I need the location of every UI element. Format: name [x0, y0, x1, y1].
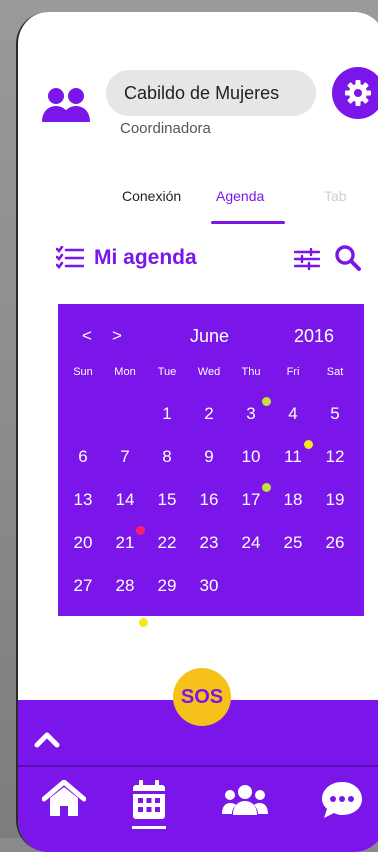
- calendar-day-27[interactable]: 27: [66, 576, 100, 596]
- calendar-day-24[interactable]: 24: [234, 533, 268, 553]
- event-dot: [139, 618, 148, 627]
- checklist-icon: [56, 246, 84, 269]
- calendar-day-7[interactable]: 7: [108, 447, 142, 467]
- calendar-day-5[interactable]: 5: [318, 404, 352, 424]
- tab-agenda[interactable]: Agenda: [216, 188, 264, 204]
- filter-icon[interactable]: [294, 248, 320, 270]
- event-dot: [262, 397, 271, 406]
- event-dot: [136, 526, 145, 535]
- calendar-month: June: [190, 326, 230, 346]
- users-icon: [42, 88, 90, 122]
- calendar-day-26[interactable]: 26: [318, 533, 352, 553]
- weekday-fri: Fri: [286, 366, 300, 378]
- user-name-pill[interactable]: Cabildo de Mujeres: [106, 70, 316, 116]
- calendar-day-6[interactable]: 6: [66, 447, 100, 467]
- calendar-day-28[interactable]: 28: [108, 576, 142, 596]
- profile-header: Cabildo de Mujeres Coordinadora: [18, 12, 378, 162]
- calendar-day-23[interactable]: 23: [192, 533, 226, 553]
- calendar-day-29[interactable]: 29: [150, 576, 184, 596]
- weekday-tue: Tue: [157, 366, 177, 378]
- weekday-header: Sun Mon Tue Wed Thu Fri Sat: [58, 366, 364, 382]
- calendar-day-8[interactable]: 8: [150, 447, 184, 467]
- calendar-widget: < > June 2016 Sun Mon Tue Wed Thu Fri Sat 1234…: [58, 304, 364, 616]
- calendar-day-4[interactable]: 4: [276, 404, 310, 424]
- calendar-day-3[interactable]: 3: [234, 404, 268, 424]
- active-nav-indicator: [132, 826, 166, 829]
- weekday-wed: Wed: [197, 366, 221, 378]
- calendar-day-10[interactable]: 10: [234, 447, 268, 467]
- calendar-day-30[interactable]: 30: [192, 576, 226, 596]
- users-icon[interactable]: [222, 784, 268, 816]
- prev-month-button[interactable]: <: [82, 326, 92, 346]
- calendar-day-18[interactable]: 18: [276, 490, 310, 510]
- calendar-day-9[interactable]: 9: [192, 447, 226, 467]
- tab-bar: Conexión Agenda Tab: [18, 176, 378, 226]
- tab-tab[interactable]: Tab: [324, 188, 347, 204]
- calendar-day-11[interactable]: 11: [276, 447, 310, 467]
- calendar-day-12[interactable]: 12: [318, 447, 352, 467]
- user-role: Coordinadora: [120, 120, 211, 137]
- calendar-year: 2016: [294, 326, 335, 346]
- weekday-sat: Sat: [326, 366, 344, 378]
- bottom-divider: [18, 765, 378, 767]
- calendar-day-20[interactable]: 20: [66, 533, 100, 553]
- agenda-title: Mi agenda: [94, 246, 197, 269]
- next-month-button[interactable]: >: [112, 326, 122, 346]
- calendar-day-22[interactable]: 22: [150, 533, 184, 553]
- calendar-day-25[interactable]: 25: [276, 533, 310, 553]
- search-icon[interactable]: [334, 244, 362, 272]
- sos-button[interactable]: SOS: [173, 668, 231, 726]
- calendar-day-1[interactable]: 1: [150, 404, 184, 424]
- event-dot: [262, 483, 271, 492]
- agenda-heading: Mi agenda: [56, 238, 197, 278]
- calendar-day-16[interactable]: 16: [192, 490, 226, 510]
- weekday-sun: Sun: [73, 366, 93, 378]
- active-tab-indicator: [211, 221, 285, 224]
- calendar-day-15[interactable]: 15: [150, 490, 184, 510]
- calendar-day-17[interactable]: 17: [234, 490, 268, 510]
- phone-screen: Cabildo de Mujeres Coordinadora Conexión…: [16, 12, 378, 852]
- calendar-day-19[interactable]: 19: [318, 490, 352, 510]
- gear-icon: [345, 80, 371, 106]
- weekday-thu: Thu: [241, 366, 261, 378]
- chevron-up-icon[interactable]: [34, 730, 60, 748]
- tab-conexion[interactable]: Conexión: [122, 188, 181, 204]
- calendar-day-13[interactable]: 13: [66, 490, 100, 510]
- settings-button[interactable]: [332, 67, 378, 119]
- calendar-day-14[interactable]: 14: [108, 490, 142, 510]
- weekday-mon: Mon: [114, 366, 136, 378]
- calendar-day-21[interactable]: 21: [108, 533, 142, 553]
- calendar-icon[interactable]: [132, 780, 166, 820]
- user-name: Cabildo de Mujeres: [124, 82, 280, 103]
- home-icon[interactable]: [42, 780, 86, 818]
- chat-icon[interactable]: [320, 780, 364, 820]
- calendar-day-2[interactable]: 2: [192, 404, 226, 424]
- event-dot: [304, 440, 313, 449]
